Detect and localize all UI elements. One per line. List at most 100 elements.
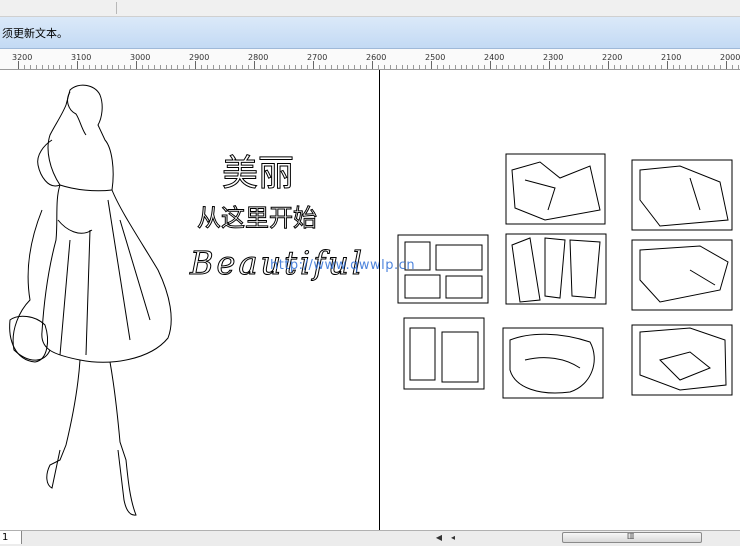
handbag-arm [12,209,51,361]
info-bar[interactable]: 须更新文本。 [0,17,740,49]
ruler-minor-tick [224,65,226,69]
ruler-minor-tick [560,65,562,69]
watermark-text: http://www.qwwlp.cn [270,258,416,273]
ruler-minor-tick [165,65,167,69]
ruler-minor-tick [147,65,149,69]
ruler-minor-tick [590,65,592,69]
ruler-minor-tick [171,65,173,69]
ruler-minor-tick [460,65,462,69]
ruler-minor-tick [472,65,474,69]
ruler-minor-tick [661,65,663,69]
ruler-minor-tick [613,65,615,69]
ruler-minor-tick [183,65,185,69]
ruler-minor-tick [572,65,574,69]
piece-2 [631,159,733,231]
grip-icon: ▥ [627,531,635,540]
ruler-minor-tick [71,65,73,69]
ruler-label: 2000 [720,53,740,62]
ruler-label: 3000 [130,53,151,62]
horizontal-scrollbar-thumb[interactable]: ▥ [562,531,702,543]
ruler-minor-tick [265,65,267,69]
ruler-minor-tick [189,65,191,69]
ruler-minor-tick [708,65,710,69]
ruler-minor-tick [672,65,674,69]
page-tab[interactable]: 1 [0,531,22,544]
ruler-minor-tick [554,65,556,69]
scroll-right-small-icon[interactable]: ◂ [448,533,458,543]
ruler-minor-tick [696,65,698,69]
ruler-minor-tick [236,65,238,69]
ruler-minor-tick [478,65,480,69]
ruler-minor-tick [407,65,409,69]
ruler-minor-tick [100,65,102,69]
ruler-major-tick [667,61,668,69]
ruler-minor-tick [354,65,356,69]
ruler-label: 2800 [248,53,269,62]
artwork-svg: 美丽 从这里开始 Beautiful [9,84,733,516]
ruler-minor-tick [218,65,220,69]
ruler-minor-tick [307,65,309,69]
ruler-minor-tick [23,65,25,69]
ruler-label: 2700 [307,53,328,62]
ruler-minor-tick [82,65,84,69]
ruler-label: 2200 [602,53,623,62]
subtitle-cn: 从这里开始 [197,204,317,232]
ruler-minor-tick [543,65,545,69]
horizontal-ruler[interactable]: 3200 3100 3000 2900 2800 2700 2600 2500 2400 2300… [0,49,740,70]
dress-fold [59,239,71,356]
piece-2-shapes [639,165,729,227]
ruler-minor-tick [248,65,250,69]
ruler-minor-tick [47,65,49,69]
ruler-minor-tick [94,65,96,69]
ruler-minor-tick [495,65,497,69]
piece-1 [505,153,606,225]
ruler-minor-tick [348,65,350,69]
ruler-minor-tick [537,65,539,69]
dress-figure [9,84,172,516]
scroll-left-icon[interactable]: ◀ [434,533,444,543]
ruler-minor-tick [118,65,120,69]
ruler-minor-tick [383,65,385,69]
ruler-minor-tick [566,65,568,69]
ruler-minor-tick [130,65,132,69]
ruler-minor-tick [212,65,214,69]
ruler-minor-tick [342,65,344,69]
ruler-major-tick [549,61,550,69]
ruler-minor-tick [619,65,621,69]
ruler-minor-tick [507,65,509,69]
ruler-minor-tick [702,65,704,69]
ruler-minor-tick [301,65,303,69]
ruler-major-tick [372,61,373,69]
ruler-minor-tick [631,65,633,69]
ruler-minor-tick [731,65,733,69]
piece-4 [505,233,607,305]
dress-fold [57,219,93,234]
piece-1-shapes [511,161,601,221]
ruler-minor-tick [513,65,515,69]
right-leg [109,361,137,516]
ruler-minor-tick [389,65,391,69]
ruler-minor-tick [531,65,533,69]
ruler-minor-tick [29,65,31,69]
ruler-minor-tick [206,65,208,69]
piece-7 [502,327,604,399]
ruler-minor-tick [649,65,651,69]
ruler-minor-tick [35,65,37,69]
ruler-minor-tick [584,65,586,69]
ruler-minor-tick [448,65,450,69]
toolbar-separator [116,2,117,14]
info-bar-message: 须更新文本。 [2,27,68,40]
ruler-label: 3100 [71,53,92,62]
drawing-canvas[interactable]: 美丽 从这里开始 Beautiful [0,70,740,530]
ruler-major-tick [490,61,491,69]
ruler-minor-tick [295,65,297,69]
ruler-major-tick [608,61,609,69]
piece-7-shapes [509,333,595,394]
ruler-minor-tick [330,65,332,69]
piece-6-shapes [409,327,479,383]
ruler-label: 2900 [189,53,210,62]
dress-fold [85,229,91,356]
ruler-label: 3200 [12,53,33,62]
ruler-minor-tick [366,65,368,69]
ruler-minor-tick [519,65,521,69]
